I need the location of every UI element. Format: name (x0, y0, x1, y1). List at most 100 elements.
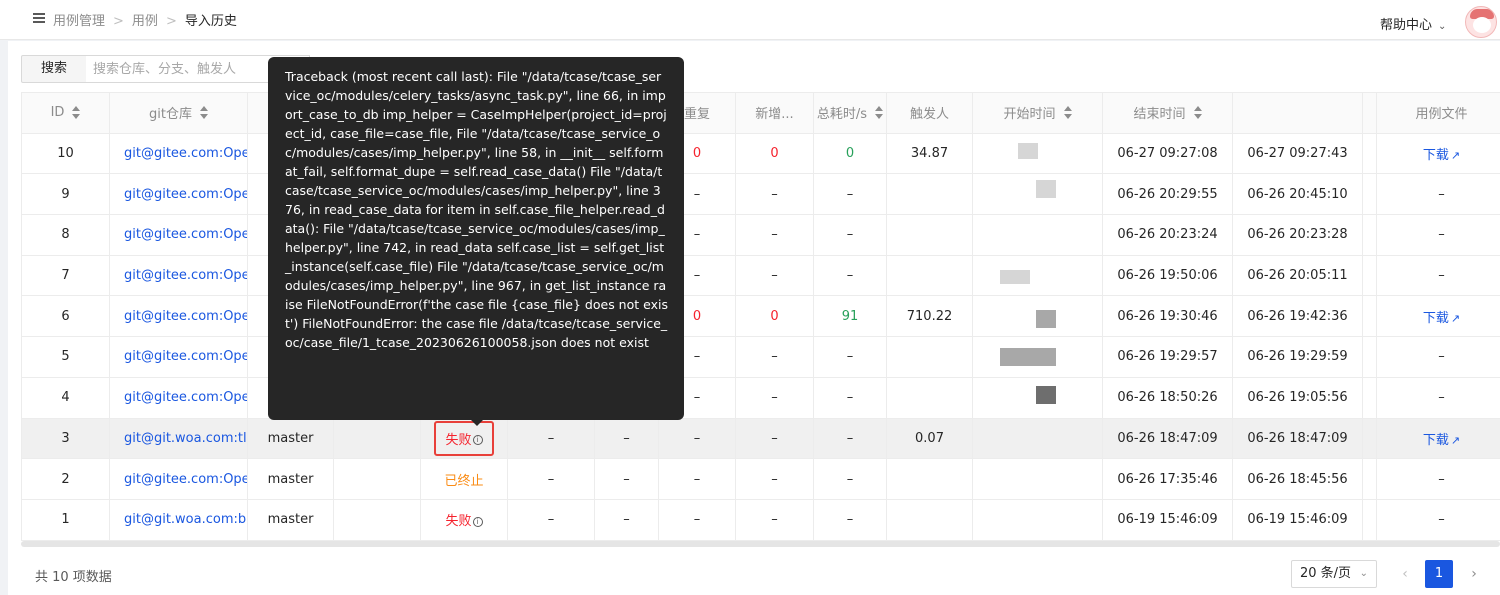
cell-repo[interactable]: git@gitee.com:Oper (109, 295, 248, 338)
help-center-label: 帮助中心 (1380, 18, 1433, 33)
cell-repo[interactable]: git@git.woa.com:bk (109, 498, 248, 541)
cell-trigger (972, 458, 1103, 500)
cell-file: – (1376, 458, 1500, 500)
cell-id: 2 (21, 458, 110, 500)
col-total[interactable]: 总耗时/s (813, 92, 887, 134)
cell-dup: – (735, 173, 814, 216)
cell-fail: – (658, 417, 736, 460)
current-page-button[interactable]: 1 (1425, 560, 1453, 588)
cell-dup: 0 (735, 132, 814, 175)
cell-dup: – (735, 458, 814, 500)
chevron-right-icon: > (113, 14, 124, 29)
top-bar: 用例管理 > 用例 > 导入历史 帮助中心 ⌄ (0, 0, 1500, 40)
menu-icon[interactable] (33, 13, 45, 23)
info-icon[interactable]: i (472, 516, 483, 527)
redacted-area (1000, 348, 1056, 366)
col-end[interactable]: 结束时间 (1102, 92, 1233, 134)
col-start[interactable]: 开始时间 (972, 92, 1103, 134)
help-center-menu[interactable]: 帮助中心 ⌄ (1380, 14, 1446, 33)
cell-repo[interactable]: git@gitee.com:Oper (109, 214, 248, 256)
cell-file: 下载 ↗ (1376, 132, 1500, 175)
cell-trigger (972, 254, 1103, 297)
horizontal-scrollbar[interactable] (21, 541, 1500, 547)
cell-status: 已终止 (420, 458, 508, 500)
sort-icon[interactable] (875, 106, 884, 120)
cell-end: 06-19 15:46:09 (1232, 498, 1363, 541)
cell-c5: – (507, 458, 595, 500)
file-empty: – (1438, 349, 1445, 365)
cell-start: 06-26 19:50:06 (1102, 254, 1233, 297)
cell-end: 06-26 18:47:09 (1232, 417, 1363, 460)
sort-icon[interactable] (199, 106, 208, 120)
col-new: 新增... (735, 92, 814, 134)
page-size-label: 20 条/页 (1300, 566, 1352, 581)
cell-c5: – (507, 417, 595, 460)
external-link-icon: ↗ (1450, 433, 1461, 447)
page-size-select[interactable]: 20 条/页 ⌄ (1291, 560, 1377, 588)
cell-id: 1 (21, 498, 110, 541)
sort-icon[interactable] (1193, 106, 1202, 120)
redacted-area (1036, 386, 1056, 404)
cell-total (886, 214, 973, 256)
cell-start: 06-26 20:29:55 (1102, 173, 1233, 216)
cell-id: 6 (21, 295, 110, 338)
cell-repo[interactable]: git@gitee.com:Oper (109, 458, 248, 500)
file-empty: – (1438, 268, 1445, 284)
status-highlight[interactable]: 失败 i (434, 420, 494, 456)
cell-repo[interactable]: git@gitee.com:Oper (109, 254, 248, 297)
cell-file: – (1376, 173, 1500, 216)
avatar[interactable] (1465, 6, 1497, 38)
info-icon[interactable]: i (472, 435, 483, 446)
cell-total (886, 254, 973, 297)
status-label: 失败 (445, 432, 472, 448)
cell-end: 06-26 20:45:10 (1232, 173, 1363, 216)
cell-file: – (1376, 214, 1500, 256)
sort-icon[interactable] (72, 106, 81, 120)
search-button[interactable]: 搜索 (21, 55, 87, 83)
next-page-button[interactable]: › (1460, 560, 1488, 588)
breadcrumb-current: 导入历史 (184, 14, 237, 29)
download-link[interactable]: 下载 ↗ (1423, 433, 1460, 448)
chevron-down-icon: ⌄ (1359, 568, 1368, 579)
cell-repo[interactable]: git@gitee.com:Oper (109, 173, 248, 216)
col-trigger-label: 触发人 (909, 107, 949, 123)
cell-repo[interactable]: git@gitee.com:Oper (109, 336, 248, 378)
prev-page-button[interactable]: ‹ (1391, 560, 1419, 588)
cell-id: 3 (21, 417, 110, 460)
cell-new: – (813, 336, 887, 378)
col-dup-label: 重复 (683, 107, 710, 123)
file-empty: – (1438, 471, 1445, 487)
col-repo[interactable]: git仓库 (109, 92, 248, 134)
status-label: 失败 (445, 514, 472, 530)
cell-total (886, 458, 973, 500)
cell-status: 失败 i (420, 498, 508, 541)
cell-blank (333, 458, 421, 500)
tooltip-arrow (470, 419, 484, 426)
cell-c6: – (594, 458, 659, 500)
cell-fail: – (658, 458, 736, 500)
table-row: 10 git@gitee.com:Oper 0 0 0 34.87 06-27 09:27:… (21, 132, 1500, 175)
cell-total (886, 336, 973, 378)
cell-id: 10 (21, 132, 110, 175)
cell-repo[interactable]: git@gitee.com:Oper (109, 376, 248, 419)
cell-dup: – (735, 254, 814, 297)
col-id[interactable]: ID (21, 92, 110, 134)
col-end-label: 结束时间 (1133, 107, 1186, 123)
external-link-icon: ↗ (1450, 311, 1461, 325)
download-link[interactable]: 下载 ↗ (1423, 311, 1460, 326)
cell-total (886, 376, 973, 419)
cell-start: 06-26 19:29:57 (1102, 336, 1233, 378)
breadcrumb-item[interactable]: 用例管理 (53, 10, 105, 29)
cell-repo[interactable]: git@git.woa.com:tlir (109, 417, 248, 460)
download-link[interactable]: 下载 ↗ (1423, 148, 1460, 163)
breadcrumb-item[interactable]: 用例 (132, 10, 158, 29)
cell-gap (1362, 417, 1377, 460)
cell-blank (333, 417, 421, 460)
cell-gap (1362, 132, 1377, 175)
sort-icon[interactable] (1063, 106, 1072, 120)
cell-id: 7 (21, 254, 110, 297)
cell-c6: – (594, 417, 659, 460)
col-new-label: 新增... (755, 107, 794, 123)
cell-gap (1362, 214, 1377, 256)
cell-repo[interactable]: git@gitee.com:Oper (109, 132, 248, 175)
